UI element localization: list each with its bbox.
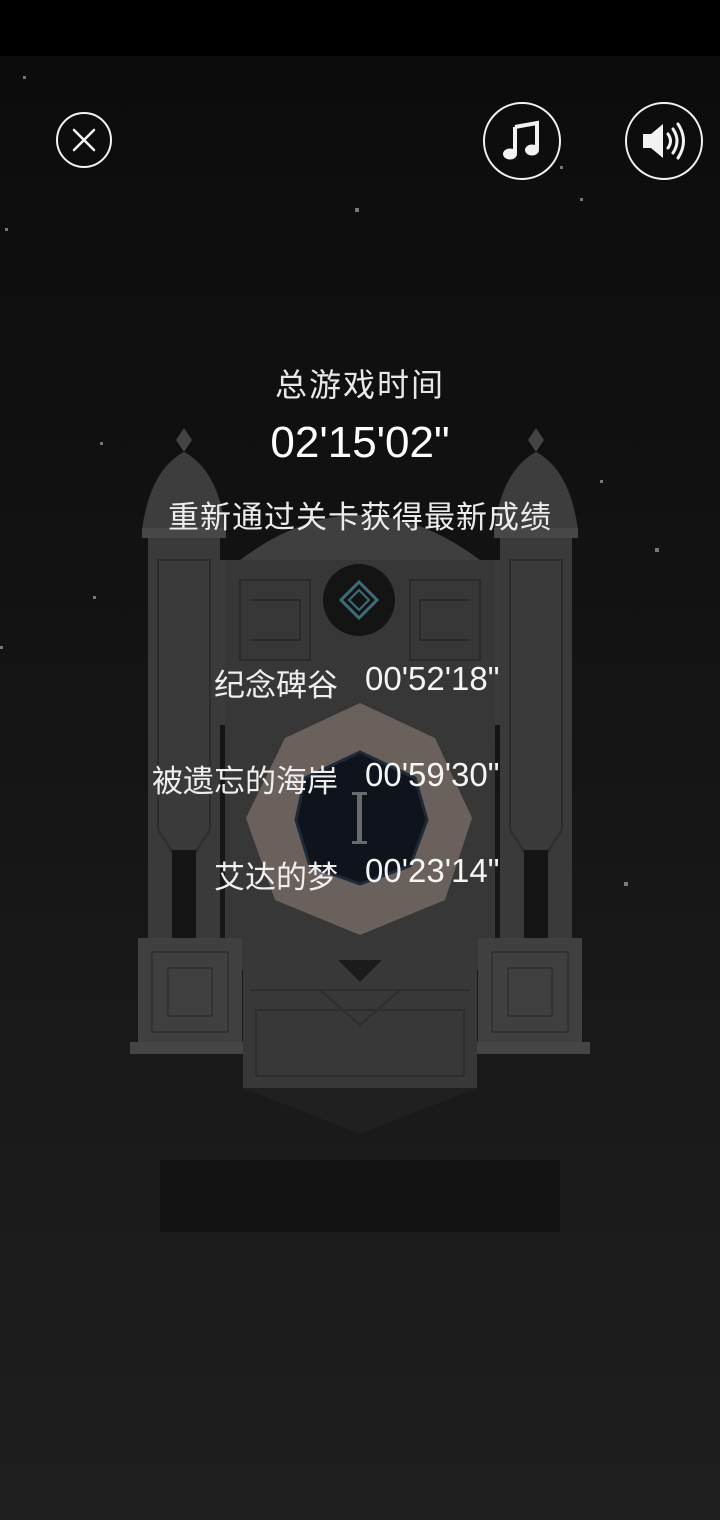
- level-time: 00'59'30": [365, 756, 500, 793]
- level-name: 艾达的梦: [214, 860, 338, 896]
- close-icon: [72, 128, 96, 152]
- music-note-icon: [503, 120, 539, 160]
- close-button[interactable]: [56, 112, 112, 168]
- status-bar: [0, 0, 720, 56]
- music-toggle-button[interactable]: [483, 102, 561, 180]
- level-name: 纪念碑谷: [214, 668, 338, 704]
- level-row-1: 纪念碑谷 00'52'18": [0, 660, 720, 704]
- sound-toggle-button[interactable]: [625, 102, 703, 180]
- total-time-value: 02'15'02": [270, 418, 450, 467]
- level-time: 00'23'14": [365, 852, 500, 889]
- level-time: 00'52'18": [365, 660, 500, 697]
- level-row-3: 艾达的梦 00'23'14": [0, 852, 720, 896]
- total-time-title: 总游戏时间: [274, 366, 445, 404]
- level-name: 被遗忘的海岸: [152, 764, 338, 800]
- replay-hint: 重新通过关卡获得最新成绩: [168, 500, 552, 536]
- speaker-icon: [643, 122, 685, 160]
- level-row-2: 被遗忘的海岸 00'59'30": [0, 756, 720, 800]
